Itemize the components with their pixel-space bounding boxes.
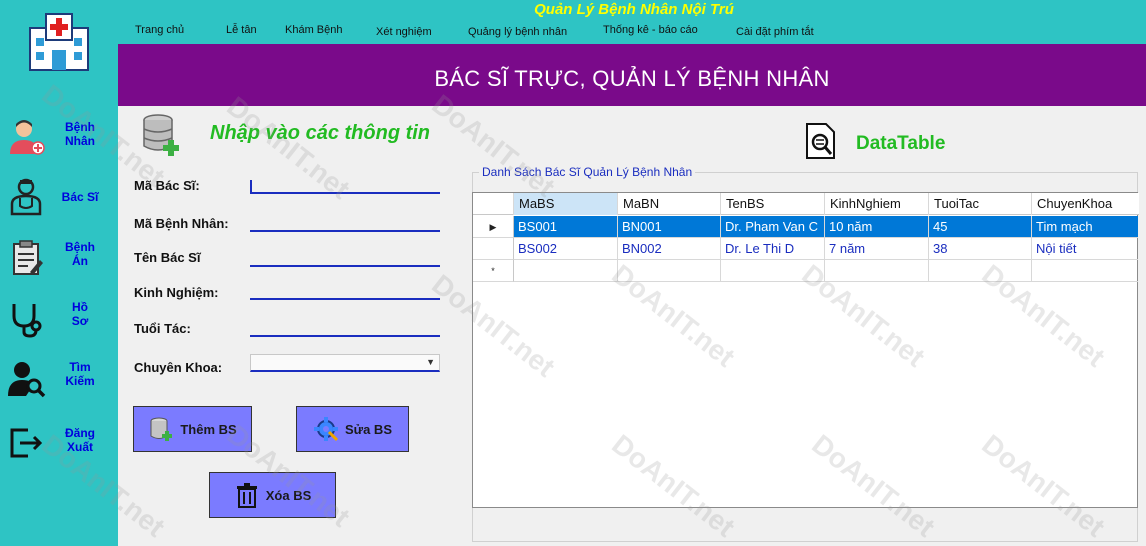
chuyen-khoa-dropdown[interactable]: ▼ xyxy=(250,354,440,372)
sidebar-item-label: Đăng Xuất xyxy=(65,426,95,454)
sidebar-item-label: Bác Sĩ xyxy=(61,190,99,204)
sidebar: Bệnh Nhân Bác Sĩ Bệnh Án Hồ Sơ Tìm Kiếm … xyxy=(0,0,118,546)
sidebar-item-ho-so[interactable]: Hồ Sơ xyxy=(0,292,118,344)
menu-item-le-tan[interactable]: Lễ tân xyxy=(226,24,257,36)
sidebar-item-label: Bệnh Nhân xyxy=(65,120,95,148)
add-doctor-label: Thêm BS xyxy=(180,421,237,437)
doctor-data-grid[interactable]: MaBS MaBN TenBS KinhNghiem TuoiTac Chuye… xyxy=(472,192,1139,508)
settings-gear-icon xyxy=(314,417,339,442)
column-header-mabn[interactable]: MaBN xyxy=(618,193,721,215)
delete-doctor-label: Xóa BS xyxy=(265,487,312,503)
row-header[interactable] xyxy=(473,238,514,260)
add-doctor-button[interactable]: Thêm BS xyxy=(133,406,252,452)
page-banner: BÁC SĨ TRỰC, QUẢN LÝ BỆNH NHÂN xyxy=(118,44,1146,106)
doctor-list-caption: Danh Sách Bác Sĩ Quản Lý Bệnh Nhân xyxy=(479,165,696,179)
input-ma-benh-nhan[interactable] xyxy=(250,221,440,233)
main-panel: Nhập vào các thông tin Mã Bác Sĩ: Mã Bện… xyxy=(118,106,1146,546)
sidebar-item-dang-xuat[interactable]: Đăng Xuất xyxy=(0,416,118,468)
input-kinh-nghiem[interactable] xyxy=(250,289,440,301)
row-header-new[interactable]: * xyxy=(473,260,514,282)
menu-item-xet-nghiem[interactable]: Xét nghiệm xyxy=(376,26,432,38)
label-ma-benh-nhan: Mã Bệnh Nhân: xyxy=(134,216,229,231)
edit-doctor-button[interactable]: Sửa BS xyxy=(296,406,409,452)
cell-tenbs[interactable]: Dr. Le Thi D xyxy=(721,238,825,260)
page-title: BÁC SĨ TRỰC, QUẢN LÝ BỆNH NHÂN xyxy=(434,66,830,91)
field-tuoi-tac xyxy=(250,323,440,338)
stethoscope-icon xyxy=(12,304,42,338)
delete-doctor-button[interactable]: Xóa BS xyxy=(209,472,336,518)
cell-kinhnghiem[interactable]: 10 năm xyxy=(825,216,929,238)
sidebar-item-tim-kiem[interactable]: Tìm Kiếm xyxy=(0,352,118,404)
cell-mabs-new[interactable] xyxy=(514,260,618,282)
trash-icon xyxy=(236,483,257,508)
cell-mabn-new[interactable] xyxy=(618,260,721,282)
column-header-kinhnghiem[interactable]: KinhNghiem xyxy=(825,193,929,215)
menu-item-quang-ly-benh-nhan[interactable]: Quảng lý bệnh nhân xyxy=(468,26,567,38)
sidebar-item-label: Bệnh Án xyxy=(65,240,95,268)
sidebar-item-label: Tìm Kiếm xyxy=(65,360,95,388)
input-ten-bac-si[interactable] xyxy=(250,256,440,268)
cell-chuyenkhoa[interactable]: Tim mạch xyxy=(1032,216,1138,238)
medical-record-icon xyxy=(13,240,43,275)
label-tuoi-tac: Tuổi Tác: xyxy=(134,321,191,336)
menu-item-thong-ke-bao-cao[interactable]: Thống kê - báo cáo xyxy=(603,24,698,36)
menu-item-kham-benh[interactable]: Khám Bệnh xyxy=(285,24,342,36)
cell-mabs[interactable]: BS001 xyxy=(514,216,618,238)
column-header-tuoitac[interactable]: TuoiTac xyxy=(929,193,1032,215)
grid-header-row: MaBS MaBN TenBS KinhNghiem TuoiTac Chuye… xyxy=(473,193,1139,215)
table-row[interactable]: BS001 BN001 Dr. Pham Van C 10 năm 45 Tim… xyxy=(514,216,1138,238)
cell-tuoitac-new[interactable] xyxy=(929,260,1032,282)
cell-mabn[interactable]: BN001 xyxy=(618,216,721,238)
input-ma-bac-si[interactable] xyxy=(252,183,440,195)
edit-doctor-label: Sửa BS xyxy=(345,421,392,437)
sidebar-item-benh-nhan[interactable]: Bệnh Nhân xyxy=(0,110,118,162)
menu-item-trang-chu[interactable]: Trang chủ xyxy=(135,24,184,36)
cell-chuyenkhoa[interactable]: Nội tiết xyxy=(1032,238,1138,260)
top-menu-bar: Quản Lý Bệnh Nhân Nội Trú Trang chủ Lễ t… xyxy=(118,0,1146,44)
cell-tenbs[interactable]: Dr. Pham Van C xyxy=(721,216,825,238)
database-add-icon xyxy=(143,114,179,156)
column-header-tenbs[interactable]: TenBS xyxy=(721,193,825,215)
form-heading: Nhập vào các thông tin xyxy=(210,122,431,144)
column-header-mabs[interactable]: MaBS xyxy=(514,193,618,215)
logout-icon xyxy=(10,428,43,458)
column-header-chuyenkhoa[interactable]: ChuyenKhoa xyxy=(1032,193,1138,215)
field-ten-bac-si xyxy=(250,253,440,268)
cell-mabs[interactable]: BS002 xyxy=(514,238,618,260)
row-header-selected[interactable]: ▶ xyxy=(473,216,514,238)
search-user-icon xyxy=(8,362,46,398)
document-search-icon xyxy=(806,123,835,159)
sidebar-item-benh-an[interactable]: Bệnh Án xyxy=(0,232,118,284)
cell-kinhnghiem-new[interactable] xyxy=(825,260,929,282)
hospital-logo-icon xyxy=(29,13,89,71)
cell-kinhnghiem[interactable]: 7 năm xyxy=(825,238,929,260)
app-title: Quản Lý Bệnh Nhân Nội Trú xyxy=(534,1,734,18)
datatable-title: DataTable xyxy=(856,133,946,154)
field-ma-benh-nhan xyxy=(250,218,440,233)
patient-icon xyxy=(10,120,45,155)
cell-chuyenkhoa-new[interactable] xyxy=(1032,260,1138,282)
cell-tenbs-new[interactable] xyxy=(721,260,825,282)
label-chuyen-khoa: Chuyên Khoa: xyxy=(134,360,223,375)
cell-tuoitac[interactable]: 45 xyxy=(929,216,1032,238)
sidebar-item-bac-si[interactable]: Bác Sĩ xyxy=(0,170,118,222)
field-kinh-nghiem xyxy=(250,286,440,301)
label-kinh-nghiem: Kinh Nghiệm: xyxy=(134,285,219,300)
table-row-new[interactable] xyxy=(514,260,1138,282)
cell-mabn[interactable]: BN002 xyxy=(618,238,721,260)
field-ma-bac-si xyxy=(250,180,440,195)
input-tuoi-tac[interactable] xyxy=(250,326,440,338)
label-ten-bac-si: Tên Bác Sĩ xyxy=(134,250,201,265)
grid-corner xyxy=(473,193,514,215)
menu-item-cai-dat-phim-tat[interactable]: Cài đặt phím tắt xyxy=(736,26,814,38)
doctor-icon xyxy=(10,178,42,216)
chevron-down-icon[interactable]: ▼ xyxy=(426,357,435,367)
cell-tuoitac[interactable]: 38 xyxy=(929,238,1032,260)
sidebar-item-label: Hồ Sơ xyxy=(71,300,89,328)
table-row[interactable]: BS002 BN002 Dr. Le Thi D 7 năm 38 Nội ti… xyxy=(514,238,1138,260)
label-ma-bac-si: Mã Bác Sĩ: xyxy=(134,178,200,193)
database-add-icon xyxy=(150,417,173,441)
